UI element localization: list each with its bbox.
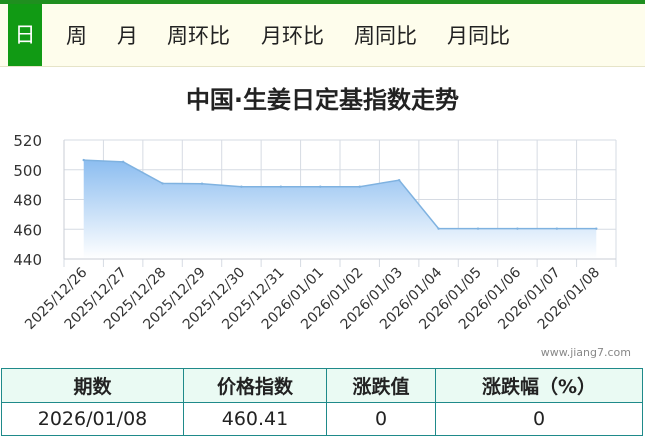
y-tick-label: 480: [13, 192, 42, 210]
header-change-percent: 涨跌幅（%）: [435, 368, 643, 403]
cell-period: 2026/01/08: [1, 401, 184, 436]
header-change-value: 涨跌值: [326, 368, 436, 403]
chart-title: 中国·生姜日定基指数走势: [185, 86, 460, 114]
header-price-index: 价格指数: [183, 368, 327, 403]
data-point: [437, 227, 440, 230]
data-point: [358, 185, 361, 188]
cell-price-index: 460.41: [183, 401, 327, 436]
data-point: [279, 185, 283, 188]
data-point: [476, 227, 480, 230]
data-point: [161, 182, 164, 185]
header-period: 期数: [1, 368, 184, 403]
table-row: 2026/01/08 460.41 0 0: [1, 401, 643, 436]
y-tick-label: 500: [13, 162, 42, 180]
data-point: [555, 227, 559, 230]
index-trend-chart: 4404604805005202025/12/262025/12/272025/…: [13, 132, 617, 333]
tab-week-year-over-year[interactable]: 周同比: [354, 18, 417, 54]
data-point: [121, 160, 125, 164]
cell-change-percent: 0: [435, 401, 643, 436]
tab-day[interactable]: 日: [8, 4, 42, 66]
data-point: [200, 182, 204, 185]
data-point: [397, 178, 401, 182]
data-point: [319, 185, 322, 188]
y-tick-label: 460: [13, 221, 42, 239]
cell-change-value: 0: [326, 401, 436, 436]
data-point: [516, 227, 519, 230]
tab-month-over-month[interactable]: 月环比: [261, 18, 324, 54]
data-point: [595, 227, 598, 230]
tab-month-year-over-year[interactable]: 月同比: [447, 18, 510, 54]
data-point: [82, 158, 85, 162]
tab-week[interactable]: 周: [66, 18, 87, 54]
period-tab-bar: 日 周 月 周环比 月环比 周同比 月同比: [0, 4, 645, 67]
site-watermark: www.jiang7.com: [540, 346, 631, 359]
table-header-row: 期数 价格指数 涨跌值 涨跌幅（%）: [1, 368, 643, 403]
y-tick-label: 440: [13, 251, 42, 269]
y-tick-label: 520: [13, 132, 42, 150]
tab-week-over-week[interactable]: 周环比: [167, 18, 230, 54]
index-summary-table: 期数 价格指数 涨跌值 涨跌幅（%） 2026/01/08 460.41 0 0: [1, 368, 643, 436]
tab-month[interactable]: 月: [117, 18, 138, 54]
data-point: [240, 185, 243, 188]
